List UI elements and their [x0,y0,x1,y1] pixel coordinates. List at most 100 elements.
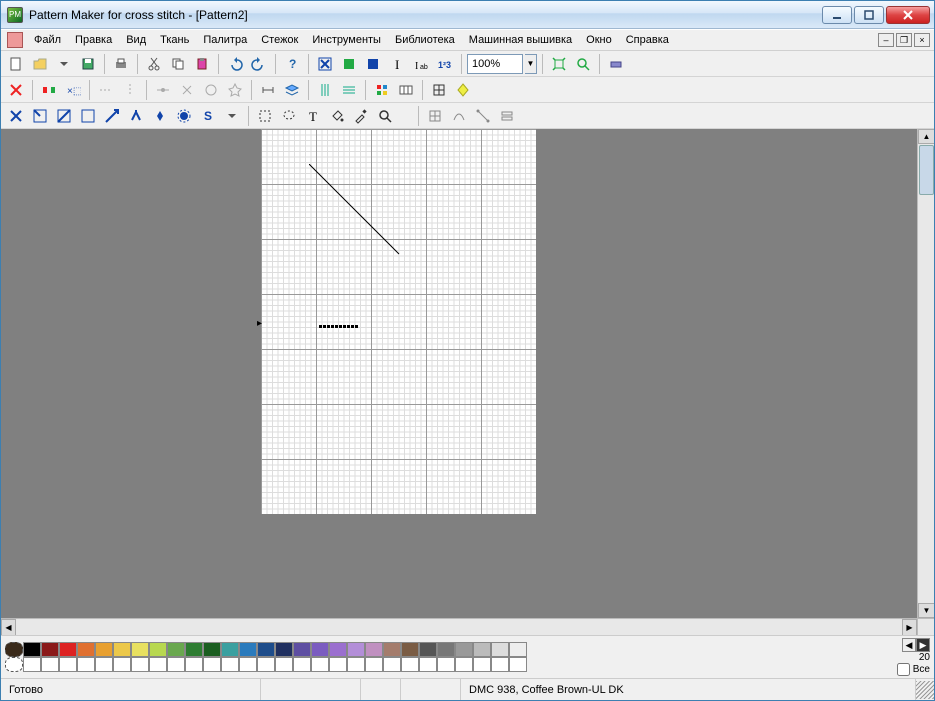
palette-swatch-empty[interactable] [347,657,365,672]
palette-swatch[interactable] [383,642,401,657]
palette-swatch-empty[interactable] [419,657,437,672]
palette-swatch-empty[interactable] [185,657,203,672]
palette-swatch-empty[interactable] [239,657,257,672]
palette-swatch[interactable] [437,642,455,657]
bead-tool[interactable] [149,105,171,127]
half-stitch-tool[interactable] [29,105,51,127]
palette-swatch-empty[interactable] [149,657,167,672]
palette-swatch[interactable] [455,642,473,657]
close-button[interactable] [886,6,930,24]
palette-swatch[interactable] [329,642,347,657]
grid-major-button[interactable] [428,79,450,101]
palette-swatch[interactable] [275,642,293,657]
cross-stitch-tool[interactable] [5,105,27,127]
vertical-scrollbar[interactable]: ▲ ▼ [917,129,934,618]
zoom-tool[interactable] [374,105,396,127]
grid-extra-tool[interactable] [424,105,446,127]
resize-grip[interactable] [916,681,934,699]
scroll-down-button[interactable]: ▼ [918,603,934,618]
grid-h-button[interactable] [338,79,360,101]
palette-all[interactable]: Все [897,663,930,676]
horizontal-scrollbar[interactable]: ◀ ▶ [1,618,934,635]
paste-button[interactable] [191,53,213,75]
scroll-up-button[interactable]: ▲ [918,129,934,144]
quarter-stitch-tool[interactable] [101,105,123,127]
mdi-minimize[interactable]: – [878,33,894,47]
x-sel-button[interactable]: ×⬚ [62,79,84,101]
redo-button[interactable] [248,53,270,75]
palette-swatch[interactable] [347,642,365,657]
palette-swatch-empty[interactable] [365,657,383,672]
vscroll-thumb[interactable] [919,145,934,195]
menu-edit[interactable]: Правка [68,32,119,48]
numbers-button[interactable]: 1²3 [434,53,456,75]
palette-swatch[interactable] [365,642,383,657]
mdi-close[interactable]: × [914,33,930,47]
palette-swatch[interactable] [257,642,275,657]
pal1-button[interactable] [371,79,393,101]
palette-swatch-empty[interactable] [203,657,221,672]
menu-file[interactable]: Файл [27,32,68,48]
menu-window[interactable]: Окно [579,32,619,48]
palette-swatch-empty[interactable] [329,657,347,672]
text-tool[interactable]: T [302,105,324,127]
copy-button[interactable] [167,53,189,75]
snap1-button[interactable] [152,79,174,101]
zoom-actual-button[interactable] [572,53,594,75]
palette-swatch-empty[interactable] [383,657,401,672]
palette-swatch[interactable] [509,642,527,657]
select-rect-tool[interactable] [254,105,276,127]
clear-x-button[interactable] [5,79,27,101]
palette-swatch[interactable] [419,642,437,657]
diamond-button[interactable] [452,79,474,101]
palette-swatch[interactable] [491,642,509,657]
star-button[interactable] [224,79,246,101]
palette-swatch[interactable] [113,642,131,657]
undo-button[interactable] [224,53,246,75]
palette-swatch[interactable] [23,642,41,657]
zoom-dropdown[interactable]: ▼ [525,54,537,74]
select-lasso-tool[interactable] [278,105,300,127]
menu-fabric[interactable]: Ткань [153,32,196,48]
palette-swatch-empty[interactable] [221,657,239,672]
palette-swatch[interactable] [41,642,59,657]
norm-button[interactable] [605,53,627,75]
palette-swatch-empty[interactable] [113,657,131,672]
menu-library[interactable]: Библиотека [388,32,462,48]
open-button[interactable] [29,53,51,75]
new-button[interactable] [5,53,27,75]
pal2-button[interactable] [395,79,417,101]
minimize-button[interactable] [822,6,852,24]
path-extra-tool[interactable] [472,105,494,127]
palette-swatch-empty[interactable] [41,657,59,672]
layers-button[interactable] [281,79,303,101]
color-fg-button[interactable] [338,53,360,75]
snap3-button[interactable] [200,79,222,101]
palette-swatch-empty[interactable] [401,657,419,672]
palette-swatch[interactable] [311,642,329,657]
french-knot-tool[interactable] [125,105,147,127]
menu-machine[interactable]: Машинная вышивка [462,32,579,48]
palette-swatch-empty[interactable] [257,657,275,672]
palette-swatch[interactable] [239,642,257,657]
menu-tools[interactable]: Инструменты [305,32,388,48]
guide-h-button[interactable] [95,79,117,101]
print-button[interactable] [110,53,132,75]
palette-swatch[interactable] [401,642,419,657]
snap2-button[interactable] [176,79,198,101]
grid-v-button[interactable] [314,79,336,101]
zoom-fit-button[interactable] [548,53,570,75]
palette-swatch[interactable] [293,642,311,657]
s-dropdown[interactable] [221,105,243,127]
palette-swatch-empty[interactable] [473,657,491,672]
guide-v-button[interactable] [119,79,141,101]
cut-button[interactable] [143,53,165,75]
palette-swatch[interactable] [221,642,239,657]
text-ins-button[interactable]: Iab [410,53,432,75]
palette-swatch[interactable] [149,642,167,657]
palette-swatch-empty[interactable] [293,657,311,672]
palette-swatch[interactable] [167,642,185,657]
save-button[interactable] [77,53,99,75]
zoom-input[interactable] [467,54,523,74]
scroll-left-button[interactable]: ◀ [1,619,16,636]
